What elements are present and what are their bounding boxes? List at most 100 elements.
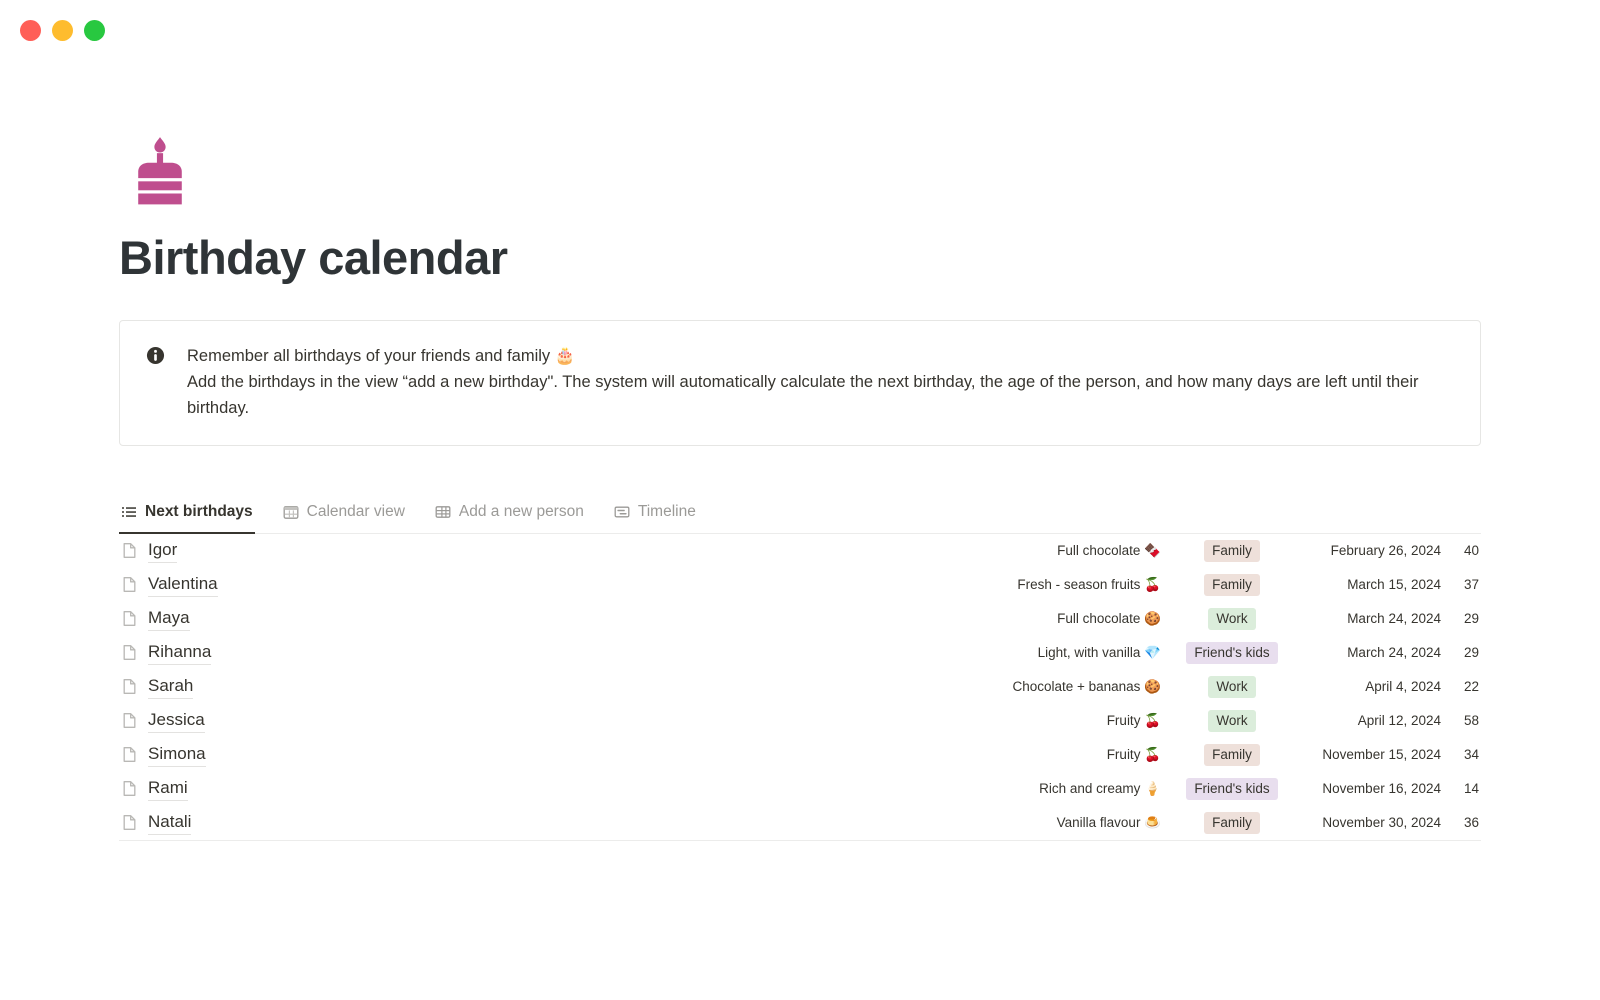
table-row[interactable]: Natali Vanilla flavour 🍮 Family November 30… (119, 806, 1481, 840)
status-badge[interactable]: Work (1208, 607, 1256, 631)
table-row[interactable]: Simona Fruity 🍒 Family November 15, 2024 34 (119, 738, 1481, 772)
row-properties: Rich and creamy 🍦 Friend's kids November 1… (1039, 777, 1479, 801)
age-value: 22 (1463, 679, 1479, 695)
maximize-window-button[interactable] (84, 19, 105, 41)
calendar-view-icon (283, 505, 299, 519)
row-name-cell[interactable]: Rami (121, 777, 188, 801)
relation-tag-cell: Friend's kids (1173, 777, 1291, 801)
person-name[interactable]: Rihanna (148, 641, 212, 665)
age-value: 34 (1463, 747, 1479, 763)
birthday-list: Igor Full chocolate 🍫 Family February 26, 2… (119, 534, 1481, 841)
callout-box: Remember all birthdays of your friends a… (119, 319, 1481, 446)
page-document-icon (123, 679, 136, 695)
status-badge[interactable]: Work (1208, 709, 1256, 733)
age-value: 14 (1463, 781, 1479, 797)
relation-tag-cell: Work (1173, 709, 1291, 733)
row-name-cell[interactable]: Valentina (121, 573, 218, 597)
row-name-cell[interactable]: Natali (121, 811, 192, 835)
page-document-icon (123, 543, 136, 559)
status-badge[interactable]: Family (1204, 743, 1260, 767)
row-properties: Fruity 🍒 Work April 12, 2024 58 (1106, 709, 1479, 733)
page-document-icon (123, 747, 136, 763)
relation-tag-cell: Work (1173, 675, 1291, 699)
relation-tag-cell: Friend's kids (1173, 641, 1291, 665)
tab-label: Timeline (637, 502, 696, 520)
person-name[interactable]: Igor (148, 539, 178, 563)
status-badge[interactable]: Family (1204, 573, 1260, 597)
tab-timeline[interactable]: Timeline (612, 499, 698, 534)
age-value: 37 (1463, 577, 1479, 593)
table-row[interactable]: Maya Full chocolate 🍪 Work March 24, 2024 29 (119, 602, 1481, 636)
relation-tag-cell: Work (1173, 607, 1291, 631)
status-badge[interactable]: Family (1204, 811, 1260, 835)
age-value: 58 (1463, 713, 1479, 729)
status-badge[interactable]: Friend's kids (1186, 641, 1278, 665)
next-birthday-date: November 16, 2024 (1322, 781, 1441, 797)
next-birthday-date: April 12, 2024 (1357, 713, 1441, 729)
page-document-icon (123, 713, 136, 729)
status-badge[interactable]: Work (1208, 675, 1256, 699)
page-container: Birthday calendar Remember all birthdays… (0, 60, 1600, 841)
view-tabs: Next birthdays Calendar view Add a new p… (119, 498, 1481, 534)
person-name[interactable]: Sarah (148, 675, 194, 699)
row-name-cell[interactable]: Jessica (121, 709, 205, 733)
table-row[interactable]: Rihanna Light, with vanilla 💎 Friend's kid… (119, 636, 1481, 670)
window-titlebar (0, 0, 1600, 60)
tab-label: Next birthdays (145, 502, 253, 520)
next-birthday-date: February 26, 2024 (1330, 543, 1441, 559)
info-icon (146, 346, 165, 364)
relation-tag-cell: Family (1173, 811, 1291, 835)
age-value: 29 (1463, 611, 1479, 627)
close-window-button[interactable] (20, 19, 41, 41)
person-name[interactable]: Natali (148, 811, 192, 835)
page-document-icon (123, 815, 136, 831)
row-name-cell[interactable]: Sarah (121, 675, 194, 699)
table-row[interactable]: Sarah Chocolate + bananas 🍪 Work April 4, 2… (119, 670, 1481, 704)
cake-preference: Light, with vanilla 💎 (1037, 644, 1161, 660)
person-name[interactable]: Simona (148, 743, 206, 767)
page-document-icon (123, 577, 136, 593)
row-properties: Fresh - season fruits 🍒 Family March 15, 2… (1017, 573, 1479, 597)
person-name[interactable]: Jessica (148, 709, 205, 733)
cake-preference: Vanilla flavour 🍮 (1056, 814, 1161, 830)
callout-text: Remember all birthdays of your friends a… (187, 343, 1454, 421)
next-birthday-date: March 15, 2024 (1347, 577, 1441, 593)
next-birthday-date: November 15, 2024 (1322, 747, 1441, 763)
row-name-cell[interactable]: Simona (121, 743, 206, 767)
table-view-icon (435, 506, 451, 518)
table-row[interactable]: Igor Full chocolate 🍫 Family February 26, 2… (119, 534, 1481, 568)
age-value: 40 (1463, 543, 1479, 559)
relation-tag-cell: Family (1173, 573, 1291, 597)
cake-preference: Rich and creamy 🍦 (1039, 780, 1161, 796)
tab-label: Calendar view (306, 502, 405, 520)
callout-line-1: Remember all birthdays of your friends a… (187, 346, 576, 365)
cake-preference: Full chocolate 🍫 (1057, 542, 1161, 558)
birthday-cake-icon[interactable] (119, 132, 201, 214)
row-name-cell[interactable]: Maya (121, 607, 190, 631)
tab-calendar-view[interactable]: Calendar view (281, 499, 407, 534)
cake-preference: Fruity 🍒 (1106, 712, 1161, 728)
relation-tag-cell: Family (1173, 539, 1291, 563)
tab-add-a-new-person[interactable]: Add a new person (433, 499, 586, 534)
table-row[interactable]: Rami Rich and creamy 🍦 Friend's kids Novemb… (119, 772, 1481, 806)
table-row[interactable]: Valentina Fresh - season fruits 🍒 Family Ma… (119, 568, 1481, 602)
row-properties: Light, with vanilla 💎 Friend's kids March … (1037, 641, 1479, 665)
list-view-icon (122, 506, 136, 517)
minimize-window-button[interactable] (52, 19, 73, 41)
page-document-icon (123, 645, 136, 661)
next-birthday-date: March 24, 2024 (1347, 611, 1441, 627)
status-badge[interactable]: Friend's kids (1186, 777, 1278, 801)
row-properties: Full chocolate 🍫 Family February 26, 2024 4… (1057, 539, 1479, 563)
person-name[interactable]: Valentina (148, 573, 218, 597)
row-properties: Fruity 🍒 Family November 15, 2024 34 (1106, 743, 1479, 767)
person-name[interactable]: Maya (148, 607, 190, 631)
cake-preference: Fruity 🍒 (1106, 746, 1161, 762)
person-name[interactable]: Rami (148, 777, 188, 801)
table-row[interactable]: Jessica Fruity 🍒 Work April 12, 2024 58 (119, 704, 1481, 738)
next-birthday-date: March 24, 2024 (1347, 645, 1441, 661)
row-name-cell[interactable]: Igor (121, 539, 178, 563)
status-badge[interactable]: Family (1204, 539, 1260, 563)
row-name-cell[interactable]: Rihanna (121, 641, 212, 665)
tab-next-birthdays[interactable]: Next birthdays (119, 499, 255, 534)
row-properties: Full chocolate 🍪 Work March 24, 2024 29 (1057, 607, 1479, 631)
